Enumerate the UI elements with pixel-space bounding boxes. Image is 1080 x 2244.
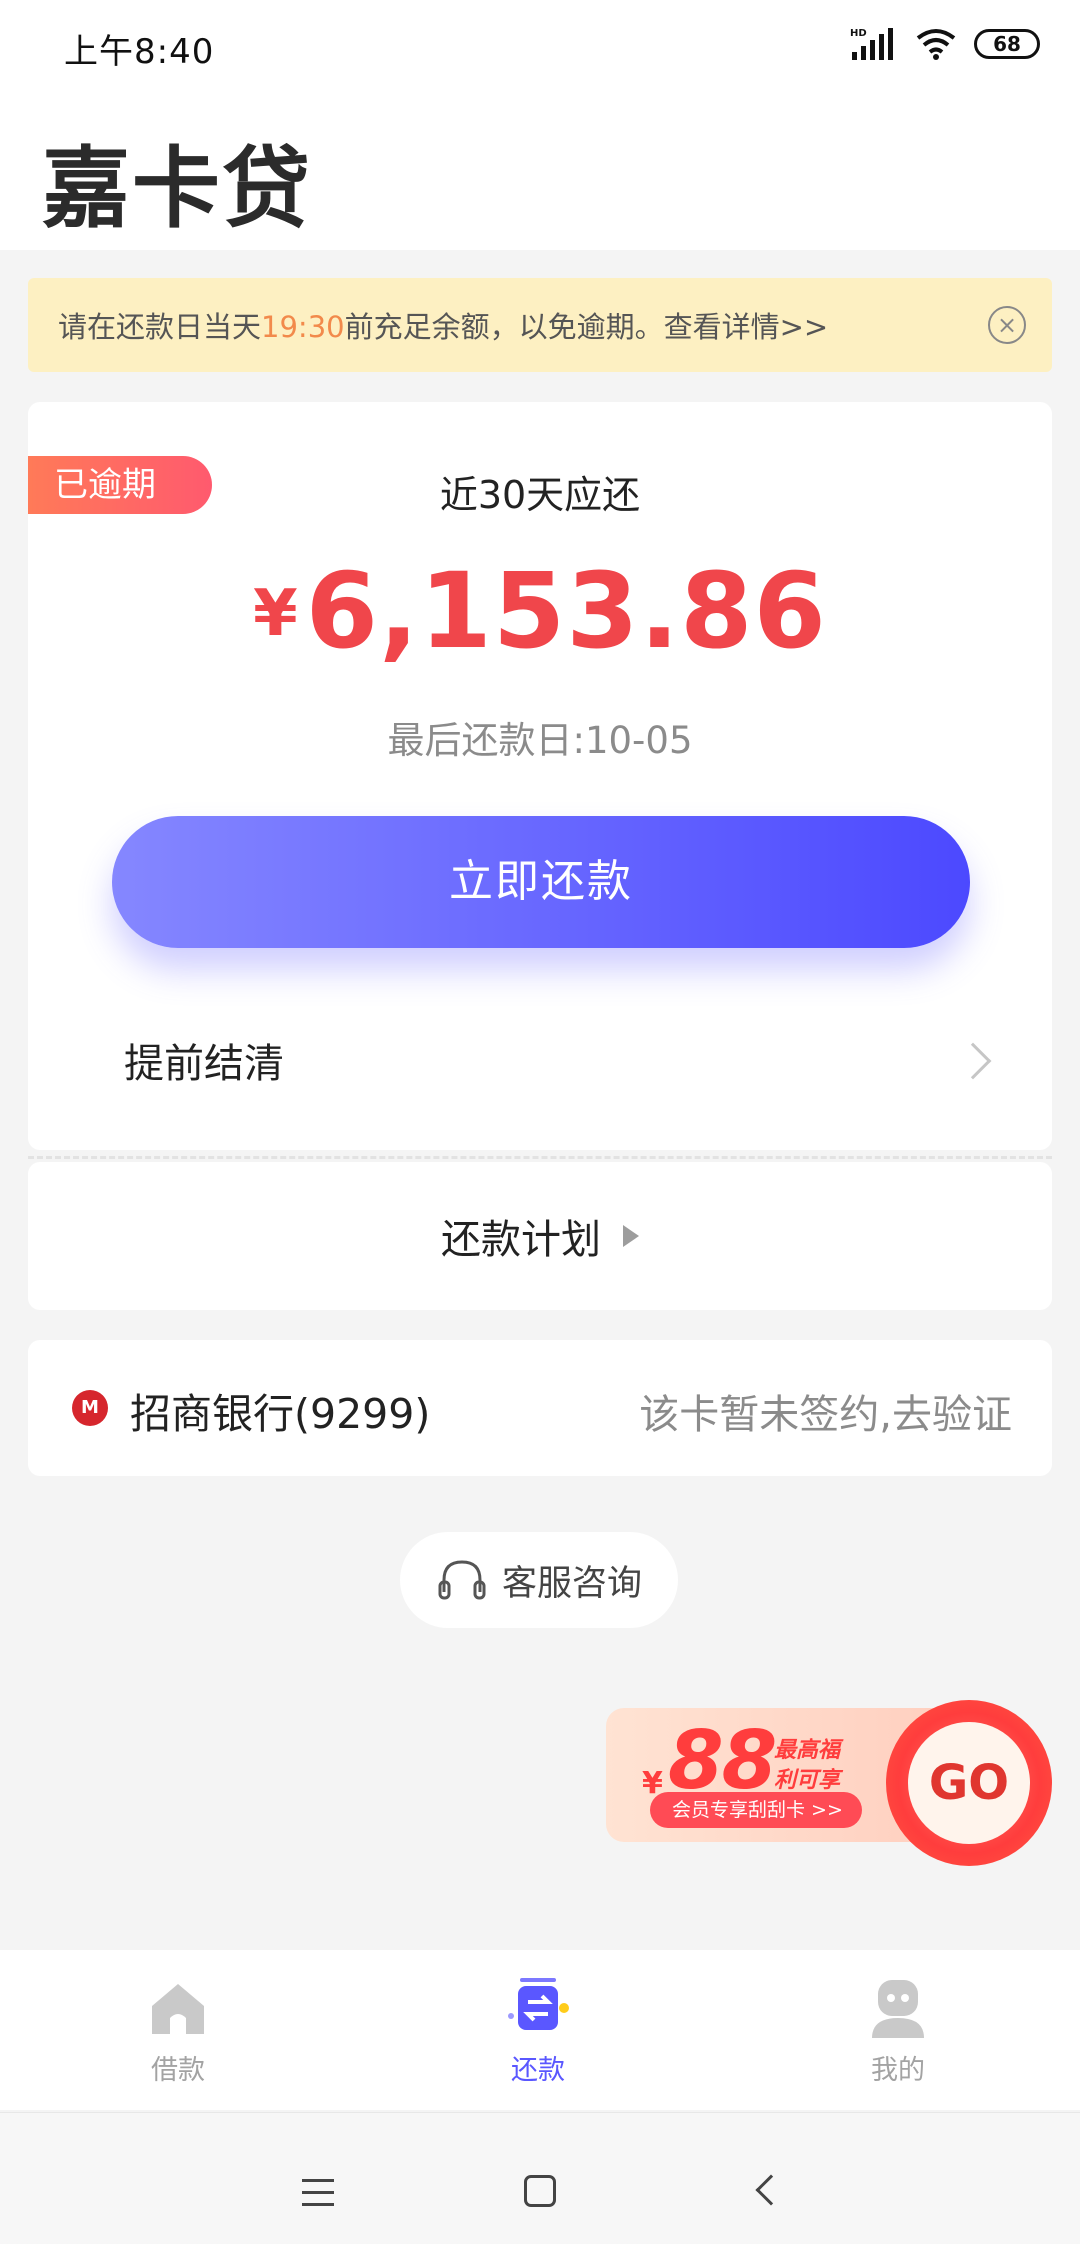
promo-go-button[interactable]: GO: [908, 1722, 1030, 1844]
network-type: HD: [850, 28, 867, 39]
close-icon[interactable]: ×: [988, 306, 1026, 344]
bank-name: 招商银行(9299): [130, 1390, 431, 1438]
notice-text: 请在还款日当天19:30前充足余额，以免逾期。查看详情>>: [58, 304, 828, 346]
bottom-tab-bar: 借款 还款 我的: [0, 1950, 1080, 2110]
early-settle-row[interactable]: 提前结清: [124, 1034, 992, 1094]
headset-icon: [438, 1560, 486, 1600]
promo-pill: 会员专享刮刮卡 >>: [650, 1792, 862, 1828]
early-settle-label: 提前结清: [124, 1041, 284, 1087]
bank-logo-icon: M: [72, 1390, 108, 1426]
signal-icon: HD: [850, 28, 893, 60]
back-icon[interactable]: [755, 2174, 787, 2206]
bill-card: 已逾期 近30天应还 ¥6,153.86 最后还款日:10-05 立即还款 提前…: [28, 402, 1052, 1150]
repay-now-button[interactable]: 立即还款: [112, 816, 970, 948]
chevron-right-icon: [954, 1042, 992, 1080]
tab-mine-label: 我的: [871, 2055, 925, 2086]
tab-repay[interactable]: 还款: [438, 1976, 638, 2087]
notice-banner[interactable]: 请在还款日当天19:30前充足余额，以免逾期。查看详情>> ×: [28, 278, 1052, 372]
notice-text-after[interactable]: 前充足余额，以免逾期。查看详情>>: [345, 310, 829, 344]
tab-repay-label: 还款: [511, 2055, 565, 2086]
top-bar: 上午8:40 HD 68 嘉卡贷: [0, 0, 1080, 250]
triangle-right-icon: [623, 1225, 639, 1247]
repayment-plan-label: 还款计划: [441, 1217, 601, 1263]
profile-icon: [872, 1980, 924, 2038]
customer-service-button[interactable]: 客服咨询: [400, 1532, 678, 1628]
system-nav-bar: [0, 2112, 1080, 2244]
wifi-icon: [916, 29, 956, 60]
customer-service-label: 客服咨询: [501, 1563, 642, 1604]
due-date: 最后还款日:10-05: [387, 719, 693, 762]
battery-icon: 68: [974, 29, 1040, 59]
page-title: 嘉卡贷: [42, 137, 313, 240]
promo-side-text: 最高福 利可享: [774, 1736, 840, 1796]
dashed-divider: [28, 1156, 1052, 1159]
bank-card-row[interactable]: M 招商银行(9299) 该卡暂未签约,去验证: [28, 1340, 1052, 1476]
due-amount: ¥6,153.86: [28, 550, 1052, 672]
tab-loan-label: 借款: [151, 2055, 205, 2086]
status-time: 上午8:40: [64, 32, 215, 72]
tab-mine[interactable]: 我的: [798, 1976, 998, 2087]
tab-loan[interactable]: 借款: [78, 1976, 278, 2087]
home-icon: [152, 1984, 204, 2034]
currency-symbol: ¥: [253, 577, 298, 651]
repayment-plan-row[interactable]: 还款计划: [28, 1162, 1052, 1310]
promo-banner[interactable]: ¥ 88 最高福 利可享 会员专享刮刮卡 >> GO: [606, 1700, 1052, 1866]
notice-time: 19:30: [261, 310, 345, 344]
repay-icon: [508, 1978, 569, 2030]
notice-text-before: 请在还款日当天: [58, 310, 262, 344]
menu-icon[interactable]: [302, 2179, 334, 2215]
home-square-icon[interactable]: [524, 2175, 556, 2207]
promo-side-line1: 最高福: [774, 1738, 841, 1763]
bank-verify-link[interactable]: 该卡暂未签约,去验证: [639, 1382, 1012, 1440]
due-label: 近30天应还: [439, 473, 641, 517]
amount-value: 6,153.86: [305, 550, 827, 672]
status-icons: HD 68: [850, 24, 1040, 64]
